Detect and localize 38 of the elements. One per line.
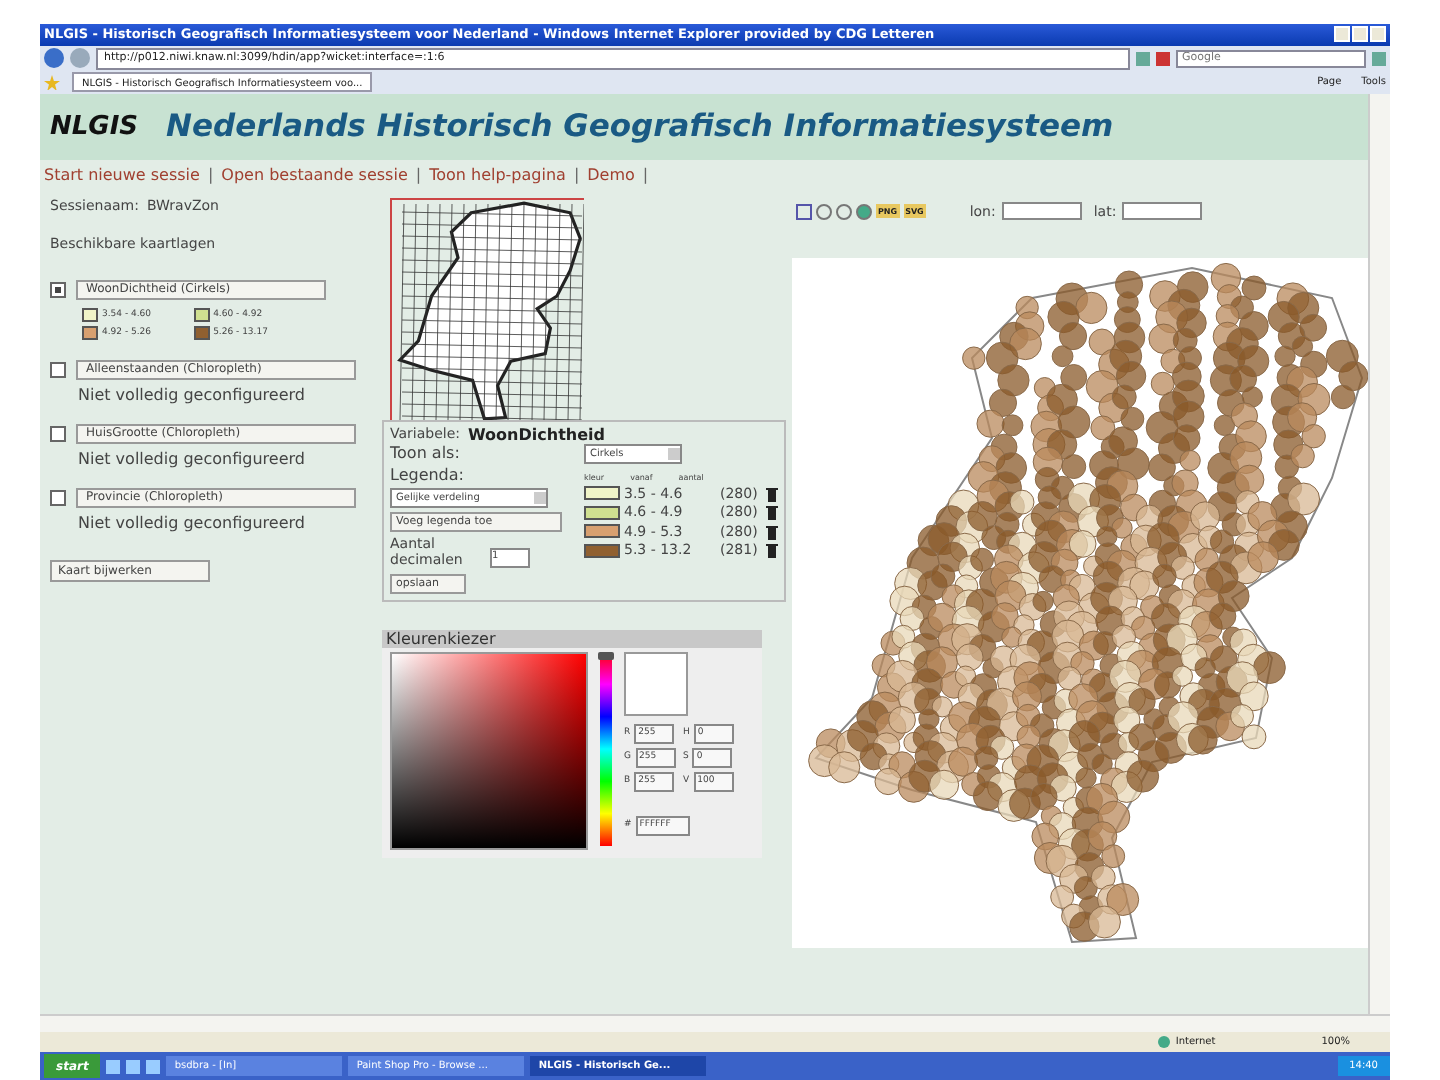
layer-checkbox[interactable] <box>50 489 66 506</box>
nav-separator: | <box>573 165 580 184</box>
stop-icon[interactable] <box>1156 51 1170 66</box>
class-color-button[interactable] <box>584 505 620 520</box>
layer-checkbox[interactable] <box>50 281 66 298</box>
class-color-button[interactable] <box>584 543 620 558</box>
nav-link[interactable]: Open bestaande sessie <box>221 165 408 184</box>
trash-icon[interactable] <box>765 542 778 559</box>
nav-separator: | <box>415 165 422 184</box>
legend-label: Legenda: <box>390 465 466 484</box>
nav-link[interactable]: Start nieuwe sessie <box>44 165 200 184</box>
trash-icon[interactable] <box>765 523 778 540</box>
zoom-box-icon[interactable] <box>796 203 812 220</box>
nav-link[interactable]: Toon help-pagina <box>429 165 566 184</box>
layer-checkbox[interactable] <box>50 361 66 378</box>
lat-field[interactable] <box>1122 202 1203 221</box>
site-title: Nederlands Historisch Geografisch Informatiesysteem <box>166 108 1114 145</box>
variable-name: WoonDichtheid <box>468 425 605 444</box>
layer-checkbox[interactable] <box>50 425 66 442</box>
nav-link[interactable]: Demo <box>587 165 635 184</box>
color-preview <box>624 651 688 716</box>
nav-separator: | <box>642 165 649 184</box>
hue-slider-thumb[interactable] <box>598 651 614 660</box>
class-color-button[interactable] <box>584 486 620 501</box>
nav-separator: | <box>207 165 214 184</box>
vertical-scrollbar[interactable] <box>1368 93 1390 1015</box>
trash-icon[interactable] <box>765 504 778 521</box>
color-picker-title: Kleurenkiezer <box>382 629 762 648</box>
trash-icon[interactable] <box>765 485 778 502</box>
horizontal-scrollbar[interactable] <box>40 1014 1390 1033</box>
lon-field[interactable] <box>1001 202 1082 221</box>
layer-status: Niet volledig geconfigureerd <box>78 513 307 532</box>
saturation-value-square[interactable] <box>390 651 588 850</box>
layer-status: Niet volledig geconfigureerd <box>78 385 307 404</box>
show-as-label: Toon als: <box>390 443 462 462</box>
class-color-button[interactable] <box>584 524 620 539</box>
layer-status: Niet volledig geconfigureerd <box>78 449 307 468</box>
logo: NLGIS <box>50 111 139 142</box>
